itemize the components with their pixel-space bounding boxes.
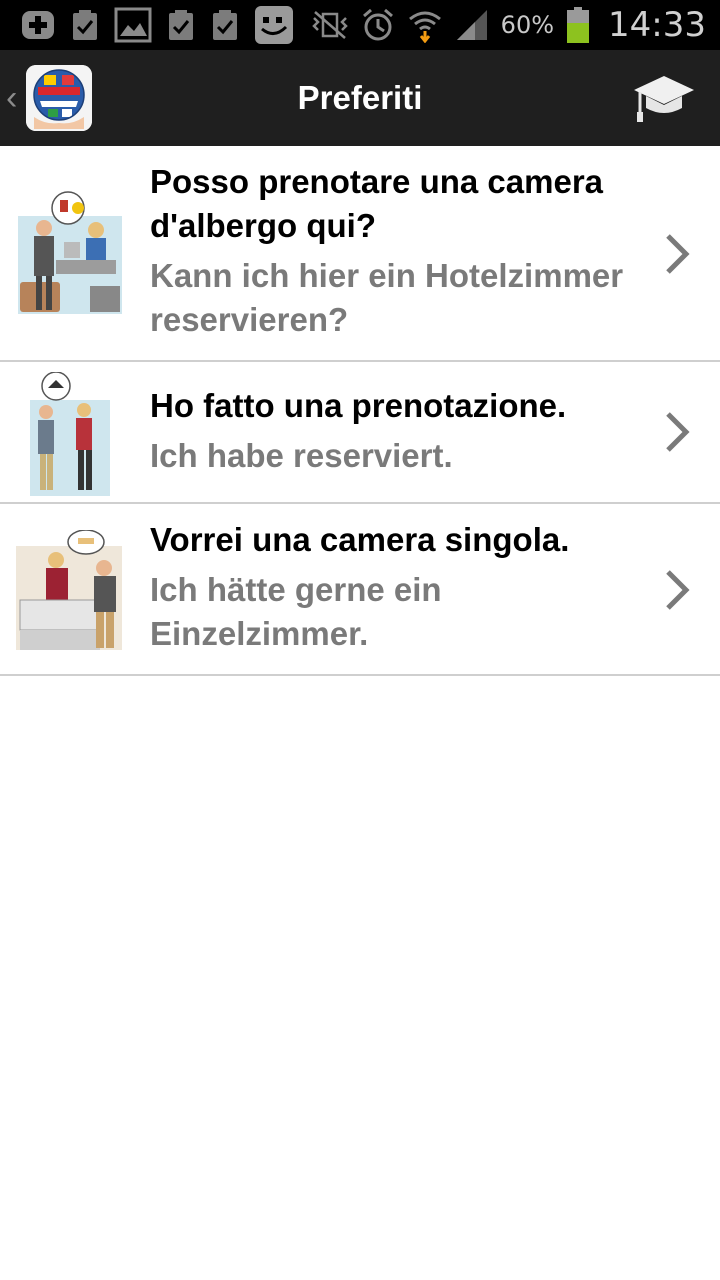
chevron-right-icon [662,410,692,454]
phrase-italian: Ho fatto una prenotazione. [150,387,567,424]
reservation-couple-illustration [16,371,110,501]
smiley-app-icon [254,5,294,45]
list-item[interactable]: Ho fatto una prenotazione. Ich habe rese… [0,362,720,504]
signal-icon [455,8,489,42]
battery-percent: 60% [500,11,555,39]
chevron-right-icon [662,232,692,276]
image-icon [114,7,152,43]
phrase-list: Posso prenotare una camera d'albergo qui… [0,146,720,676]
list-item[interactable]: Posso prenotare una camera d'albergo qui… [0,146,720,362]
page-title: Preferiti [297,79,423,116]
clipboard-check-icon [210,8,240,42]
alarm-icon [361,7,395,43]
add-icon [20,9,56,41]
vibrate-icon [311,10,349,40]
clock: 14:33 [608,5,706,45]
chevron-right-icon [662,568,692,612]
phrase-german: Kann ich hier ein Hotelzimmer reserviere… [150,257,624,338]
single-room-reception-illustration [16,529,124,657]
list-item[interactable]: Vorrei una camera singola. Ich hätte ger… [0,504,720,676]
status-bar: 60% 14:33 [0,0,720,50]
wifi-icon [407,7,443,43]
hotel-reception-question-illustration [16,190,122,319]
clipboard-check-icon [166,8,196,42]
phrase-italian: Posso prenotare una camera d'albergo qui… [150,163,604,244]
globe-flags-icon[interactable] [26,65,92,131]
phrase-german: Ich habe reserviert. [150,437,453,474]
phrase-german: Ich hätte gerne ein Einzelzimmer. [150,571,442,652]
battery-icon [566,6,590,44]
back-caret-icon[interactable]: ‹ [6,79,22,118]
phrase-italian: Vorrei una camera singola. [150,521,570,558]
action-bar: ‹ Preferiti [0,50,720,146]
graduation-cap-icon[interactable] [632,68,696,128]
clipboard-check-icon [70,8,100,42]
